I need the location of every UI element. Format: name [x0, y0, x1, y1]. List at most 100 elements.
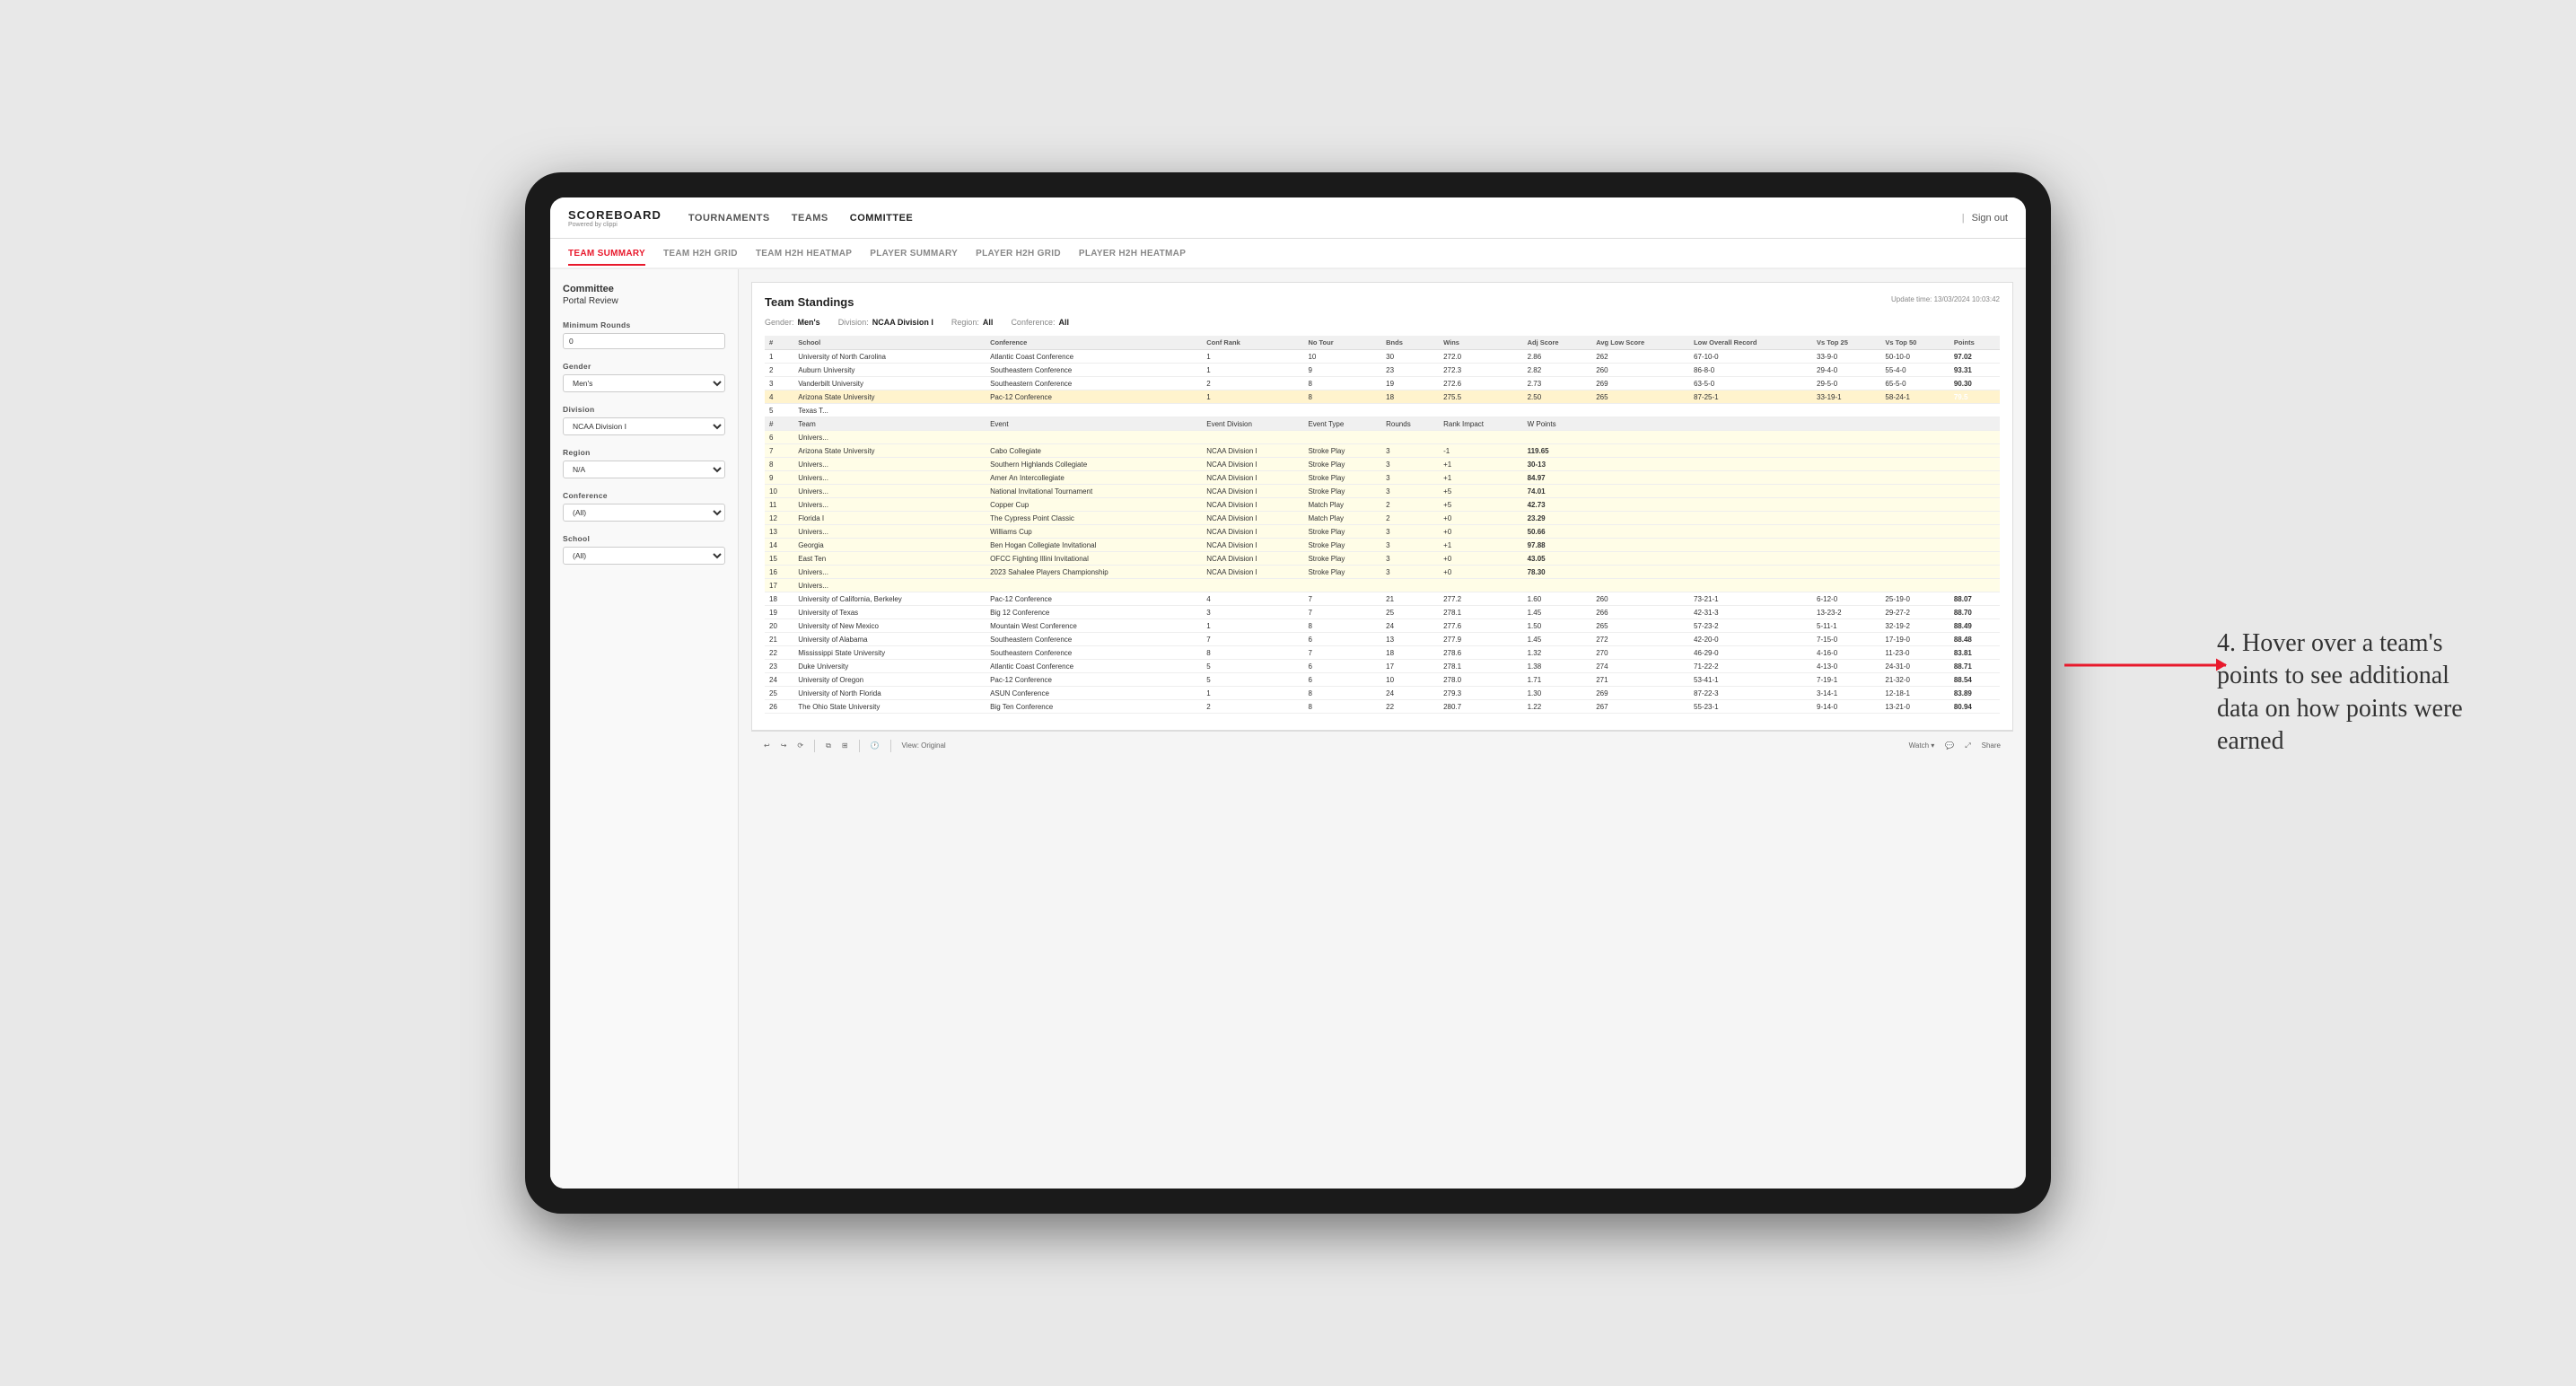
conference-filter-label: Conference:	[1011, 318, 1055, 327]
cell-points[interactable]: 83.81	[1950, 646, 2000, 660]
grid-button[interactable]: ⊞	[842, 741, 848, 750]
cell-points[interactable]: 97.02	[1950, 350, 2000, 364]
gender-filter-value: Men's	[798, 318, 820, 327]
expanded-row[interactable]: 15 East Ten OFCC Fighting Illini Invitat…	[765, 552, 2000, 566]
tab-team-h2h-grid[interactable]: TEAM H2H GRID	[663, 243, 738, 266]
cell-division: NCAA Division I	[1202, 512, 1303, 525]
copy-button[interactable]: ⧉	[826, 741, 831, 750]
expanded-row[interactable]: 14 Georgia Ben Hogan Collegiate Invitati…	[765, 539, 2000, 552]
cell-team: Florida I	[793, 512, 986, 525]
table-row[interactable]: 24 University of Oregon Pac-12 Conferenc…	[765, 673, 2000, 687]
sidebar-section-school: School (All)	[563, 534, 725, 565]
arrow-line	[2064, 664, 2226, 667]
comment-button[interactable]: 💬	[1945, 741, 1954, 750]
table-row[interactable]: 19 University of Texas Big 12 Conference…	[765, 606, 2000, 619]
exp-col-w-points: W Points	[1523, 417, 2000, 431]
region-filter-value: All	[983, 318, 994, 327]
region-select[interactable]: N/A All	[563, 461, 725, 478]
table-row[interactable]: 5 Texas T...	[765, 404, 2000, 417]
col-conf-rank: Conf Rank	[1202, 336, 1303, 350]
table-row[interactable]: 3 Vanderbilt University Southeastern Con…	[765, 377, 2000, 390]
cell-points[interactable]: 93.31	[1950, 364, 2000, 377]
cell-wins: 277.6	[1439, 619, 1522, 633]
expanded-row[interactable]: 8 Univers... Southern Highlands Collegia…	[765, 458, 2000, 471]
expanded-row[interactable]: 6 Univers...	[765, 431, 2000, 444]
cell-avg: 272	[1591, 633, 1689, 646]
table-row[interactable]: 25 University of North Florida ASUN Conf…	[765, 687, 2000, 700]
expanded-row[interactable]: 7 Arizona State University Cabo Collegia…	[765, 444, 2000, 458]
cell-points[interactable]: 90.30	[1950, 377, 2000, 390]
cell-event: Ben Hogan Collegiate Invitational	[986, 539, 1202, 552]
cell-points[interactable]: 88.49	[1950, 619, 2000, 633]
cell-w-points: 74.01	[1523, 485, 2000, 498]
cell-bnds: 19	[1381, 377, 1439, 390]
cell-top25: 24-31-0	[1880, 660, 1949, 673]
share-button[interactable]: Share	[1982, 741, 2001, 750]
tab-player-h2h-heatmap[interactable]: PLAYER H2H HEATMAP	[1079, 243, 1186, 266]
cell-num: 15	[765, 552, 793, 566]
cell-bnds: 24	[1381, 687, 1439, 700]
cell-avg	[1591, 404, 1689, 417]
tab-team-h2h-heatmap[interactable]: TEAM H2H HEATMAP	[756, 243, 852, 266]
cell-bnds: 25	[1381, 606, 1439, 619]
cell-points[interactable]: 88.70	[1950, 606, 2000, 619]
table-row-highlighted[interactable]: 4 Arizona State University Pac-12 Confer…	[765, 390, 2000, 404]
cell-rank: 24	[765, 673, 793, 687]
cell-low	[1689, 404, 1812, 417]
cell-w-points: 30-13	[1523, 458, 2000, 471]
cell-points[interactable]: 88.07	[1950, 592, 2000, 606]
exp-col-rank-impact: Rank Impact	[1439, 417, 1522, 431]
cell-conf-rank: 1	[1202, 350, 1303, 364]
refresh-button[interactable]: ⟳	[797, 741, 803, 750]
conference-select[interactable]: (All)	[563, 504, 725, 522]
cell-points[interactable]: 88.48	[1950, 633, 2000, 646]
expanded-row[interactable]: 13 Univers... Williams Cup NCAA Division…	[765, 525, 2000, 539]
sign-out-button[interactable]: Sign out	[1972, 213, 2008, 224]
cell-points[interactable]	[1950, 404, 2000, 417]
table-row[interactable]: 20 University of New Mexico Mountain Wes…	[765, 619, 2000, 633]
tab-team-summary[interactable]: TEAM SUMMARY	[568, 243, 645, 266]
nav-committee[interactable]: COMMITTEE	[850, 209, 914, 227]
expand-button[interactable]: ⤢	[1965, 741, 1970, 750]
expanded-row[interactable]: 12 Florida I The Cypress Point Classic N…	[765, 512, 2000, 525]
watch-button[interactable]: Watch ▾	[1909, 741, 1935, 750]
expanded-row[interactable]: 16 Univers... 2023 Sahalee Players Champ…	[765, 566, 2000, 579]
cell-rank: 2	[765, 364, 793, 377]
min-rounds-input[interactable]	[563, 333, 725, 349]
cell-points[interactable]: 88.71	[1950, 660, 2000, 673]
col-vs-top25: Vs Top 25	[1812, 336, 1880, 350]
view-original-button[interactable]: View: Original	[902, 741, 946, 750]
sidebar-section-conference: Conference (All)	[563, 491, 725, 522]
division-select[interactable]: NCAA Division I NCAA Division II NCAA Di…	[563, 417, 725, 435]
table-row[interactable]: 21 University of Alabama Southeastern Co…	[765, 633, 2000, 646]
redo-button[interactable]: ↪	[781, 741, 787, 750]
school-select[interactable]: (All)	[563, 547, 725, 565]
gender-select[interactable]: Men's Women's	[563, 374, 725, 392]
table-row[interactable]: 1 University of North Carolina Atlantic …	[765, 350, 2000, 364]
cell-points[interactable]: 88.54	[1950, 673, 2000, 687]
cell-school: University of California, Berkeley	[793, 592, 986, 606]
expanded-row[interactable]: 17 Univers...	[765, 579, 2000, 592]
tab-player-h2h-grid[interactable]: PLAYER H2H GRID	[976, 243, 1061, 266]
expanded-row[interactable]: 9 Univers... Amer An Intercollegiate NCA…	[765, 471, 2000, 485]
cell-conf-rank: 2	[1202, 700, 1303, 714]
table-row[interactable]: 18 University of California, Berkeley Pa…	[765, 592, 2000, 606]
cell-avg: 269	[1591, 377, 1689, 390]
table-row[interactable]: 23 Duke University Atlantic Coast Confer…	[765, 660, 2000, 673]
cell-overall: 4-13-0	[1812, 660, 1880, 673]
undo-button[interactable]: ↩	[764, 741, 770, 750]
nav-tournaments[interactable]: TOURNAMENTS	[688, 209, 770, 227]
nav-teams[interactable]: TEAMS	[792, 209, 828, 227]
table-row[interactable]: 26 The Ohio State University Big Ten Con…	[765, 700, 2000, 714]
expanded-row[interactable]: 10 Univers... National Invitational Tour…	[765, 485, 2000, 498]
expanded-row[interactable]: 11 Univers... Copper Cup NCAA Division I…	[765, 498, 2000, 512]
cell-points-highlighted[interactable]: 79.5	[1950, 390, 2000, 404]
cell-tours	[1303, 404, 1381, 417]
table-row[interactable]: 2 Auburn University Southeastern Confere…	[765, 364, 2000, 377]
tab-player-summary[interactable]: PLAYER SUMMARY	[870, 243, 958, 266]
clock-button[interactable]: 🕐	[871, 741, 880, 750]
cell-points[interactable]: 80.94	[1950, 700, 2000, 714]
table-row[interactable]: 22 Mississippi State University Southeas…	[765, 646, 2000, 660]
cell-low: 87-25-1	[1689, 390, 1812, 404]
cell-points[interactable]: 83.89	[1950, 687, 2000, 700]
